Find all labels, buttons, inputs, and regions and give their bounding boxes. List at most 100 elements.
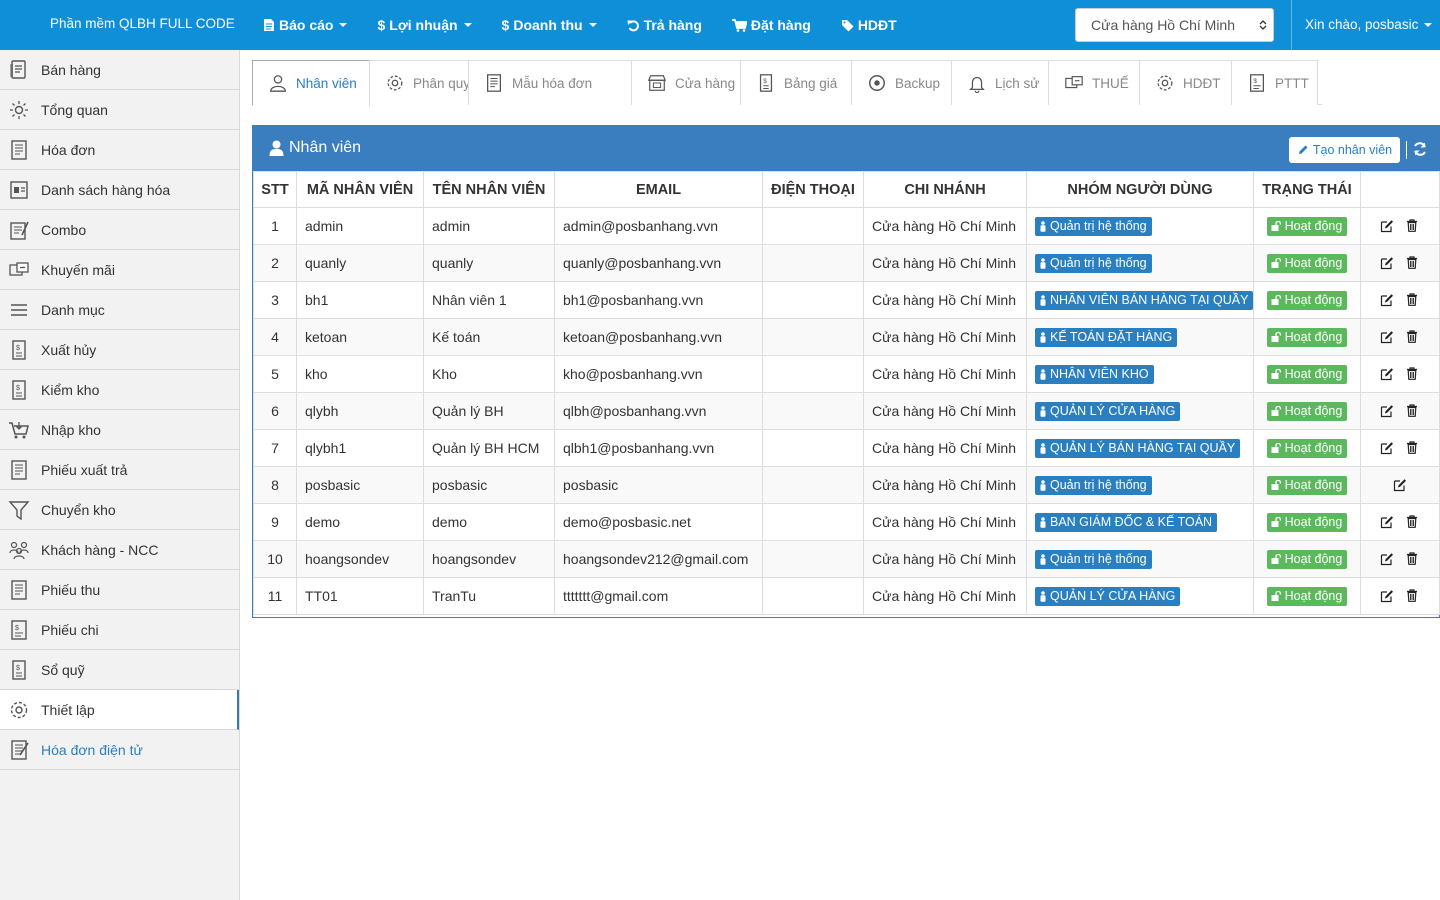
status-badge[interactable]: Hoạt động: [1266, 290, 1348, 310]
svg-text:$: $: [16, 385, 20, 392]
trash-icon[interactable]: [1406, 589, 1420, 603]
edit-icon[interactable]: [1380, 589, 1394, 603]
sidebar-item[interactable]: Chuyển kho: [0, 490, 239, 530]
trash-icon[interactable]: [1406, 367, 1420, 381]
edit-icon[interactable]: [1380, 367, 1394, 381]
trash-icon[interactable]: [1406, 441, 1420, 455]
cell-email: quanly@posbanhang.vvn: [554, 244, 763, 282]
unlock-icon: [1271, 406, 1282, 416]
status-badge[interactable]: Hoạt động: [1266, 401, 1348, 421]
tab[interactable]: $ PTTT: [1231, 60, 1318, 105]
status-badge[interactable]: Hoạt động: [1266, 253, 1348, 273]
trash-icon[interactable]: [1406, 515, 1420, 529]
edit-icon[interactable]: [1380, 219, 1394, 233]
tab[interactable]: $ Bảng giá: [740, 60, 852, 105]
trash-icon[interactable]: [1406, 219, 1420, 233]
status-badge[interactable]: Hoạt động: [1266, 512, 1348, 532]
app-brand[interactable]: Phần mềm QLBH FULL CODE: [50, 16, 235, 31]
cell-status: Hoạt động: [1253, 281, 1361, 319]
tab[interactable]: Mẫu hóa đơn: [468, 60, 632, 105]
tab[interactable]: THUẾ: [1048, 60, 1140, 105]
tab[interactable]: Cửa hàng: [631, 60, 741, 105]
sidebar-item[interactable]: Thiết lập: [0, 690, 239, 730]
sidebar-item[interactable]: Danh mục: [0, 290, 239, 330]
gear-icon: [385, 73, 405, 93]
sidebar-item-label: Xuất hủy: [41, 341, 97, 358]
tab[interactable]: Lịch sử: [951, 60, 1049, 105]
sidebar-item[interactable]: Hóa đơn: [0, 130, 239, 170]
cell-actions: [1360, 281, 1440, 319]
top-menu-item[interactable]: $ Doanh thu: [501, 0, 598, 50]
status-badge[interactable]: Hoạt động: [1266, 549, 1348, 569]
sidebar-item[interactable]: $ Sổ quỹ: [0, 650, 239, 690]
sidebar-item[interactable]: Khách hàng - NCC: [0, 530, 239, 570]
sidebar-item[interactable]: Phiếu thu: [0, 570, 239, 610]
edit-icon[interactable]: [1380, 256, 1394, 270]
status-badge[interactable]: Hoạt động: [1266, 586, 1348, 606]
role-badge: NHÂN VIÊN KHO: [1035, 364, 1154, 384]
cell-phone: [762, 281, 864, 319]
edit-icon[interactable]: [1380, 441, 1394, 455]
table-row: 7 qlybh1 Quản lý BH HCM qlbh1@posbanhang.vv…: [253, 429, 1440, 467]
cell-phone: [762, 207, 864, 245]
sidebar-item[interactable]: Bán hàng: [0, 50, 239, 90]
sidebar-item[interactable]: $ Kiểm kho: [0, 370, 239, 410]
sidebar-item[interactable]: Hóa đơn điện tử: [0, 730, 239, 770]
top-menu-item[interactable]: Báo cáo: [262, 0, 348, 50]
svg-text:$: $: [16, 665, 20, 672]
trash-icon[interactable]: [1406, 404, 1420, 418]
trash-icon[interactable]: [1406, 330, 1420, 344]
trash-icon[interactable]: [1406, 256, 1420, 270]
sidebar-item-label: Hóa đơn điện tử: [41, 741, 143, 758]
status-badge[interactable]: Hoạt động: [1266, 438, 1348, 458]
sidebar-item[interactable]: Phiếu xuất trả: [0, 450, 239, 490]
sidebar-item[interactable]: $ Phiếu chi: [0, 610, 239, 650]
status-badge[interactable]: Hoạt động: [1266, 327, 1348, 347]
sidebar-item[interactable]: Danh sách hàng hóa: [0, 170, 239, 210]
refresh-icon[interactable]: [1412, 141, 1428, 157]
unlock-icon: [1271, 295, 1282, 305]
top-menu-item[interactable]: Trả hàng: [626, 0, 703, 50]
store-select[interactable]: Cửa hàng Hồ Chí Minh: [1075, 8, 1274, 42]
status-badge[interactable]: Hoạt động: [1266, 364, 1348, 384]
sidebar-item[interactable]: Nhập kho: [0, 410, 239, 450]
tab[interactable]: HDĐT: [1139, 60, 1232, 105]
create-employee-button[interactable]: Tạo nhân viên: [1289, 137, 1400, 163]
table-row: 5 kho Kho kho@posbanhang.vvn Cửa hàng Hồ Chí…: [253, 355, 1440, 393]
cell-email: demo@posbasic.net: [554, 503, 763, 541]
role-badge: QUẢN LÝ CỬA HÀNG: [1035, 401, 1181, 421]
table-header-row: STT MÃ NHÂN VIÊN TÊN NHÂN VIÊN EMAIL ĐIỆN TH…: [253, 171, 1440, 208]
tab[interactable]: Backup: [851, 60, 952, 105]
cell-branch: Cửa hàng Hồ Chí Minh: [863, 577, 1027, 615]
trash-icon[interactable]: [1406, 293, 1420, 307]
tab[interactable]: Nhân viên: [252, 60, 370, 106]
edit-icon[interactable]: [1393, 478, 1407, 492]
trash-icon[interactable]: [1406, 552, 1420, 566]
undo-icon: [627, 19, 640, 32]
sidebar-item[interactable]: Tổng quan: [0, 90, 239, 130]
sidebar-item[interactable]: Khuyến mãi: [0, 250, 239, 290]
edit-icon[interactable]: [1380, 515, 1394, 529]
role-badge-label: NHÂN VIÊN BÁN HÀNG TẠI QUẦY: [1050, 292, 1249, 307]
edit-icon[interactable]: [1380, 552, 1394, 566]
sidebar-item-label: Nhập kho: [41, 421, 101, 438]
edit-icon[interactable]: [1380, 330, 1394, 344]
cell-branch: Cửa hàng Hồ Chí Minh: [863, 392, 1027, 430]
top-menu-item[interactable]: Đặt hàng: [731, 0, 812, 50]
edit-icon[interactable]: [1380, 293, 1394, 307]
status-badge[interactable]: Hoạt động: [1266, 216, 1348, 236]
top-menu-item[interactable]: HDĐT: [840, 0, 898, 50]
top-menu-item[interactable]: $ Lợi nhuận: [376, 0, 472, 50]
status-badge[interactable]: Hoạt động: [1266, 475, 1348, 495]
sidebar-item[interactable]: $ Xuất hủy: [0, 330, 239, 370]
edit-icon[interactable]: [1380, 404, 1394, 418]
cell-actions: [1360, 429, 1440, 467]
cell-phone: [762, 355, 864, 393]
user-menu[interactable]: Xin chào, posbasic: [1305, 17, 1433, 32]
cell-code: bh1: [296, 281, 424, 319]
cell-phone: [762, 429, 864, 467]
sidebar-item[interactable]: Combo: [0, 210, 239, 250]
top-menu-label: HDĐT: [857, 17, 897, 33]
tab[interactable]: Phân quyền: [369, 60, 485, 105]
cell-actions: [1360, 355, 1440, 393]
